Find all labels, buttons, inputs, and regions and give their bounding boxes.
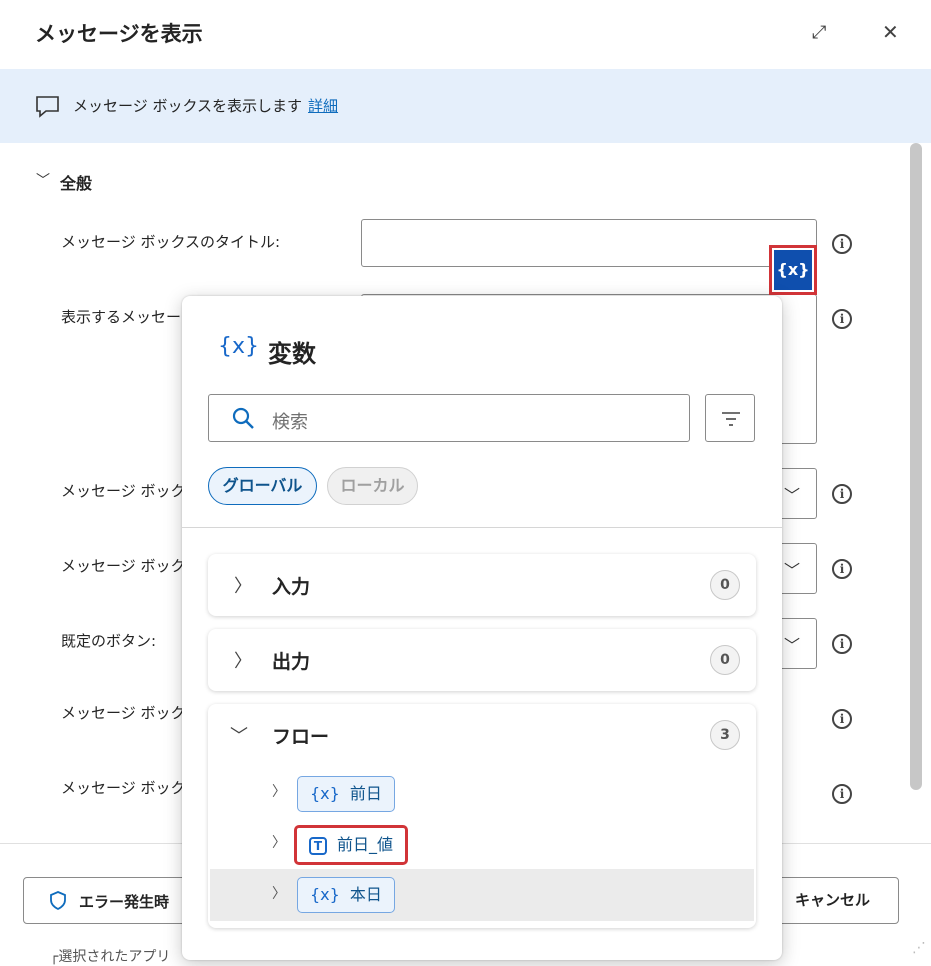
filter-button[interactable] [705,394,755,442]
section-general[interactable]: 全般 [60,170,92,194]
field-label-default-button: 既定のボタン: [61,632,157,650]
scrollbar[interactable] [910,143,922,790]
field-label-buttons: メッセージ ボックス [61,557,201,575]
banner-description: メッセージ ボックスを表示します [73,97,303,115]
chevron-down-icon: ﹀ [784,636,801,655]
chevron-down-icon: ﹀ [784,486,801,505]
field-label-message: 表示するメッセージ [61,308,196,326]
info-icon[interactable]: i [832,309,852,329]
chevron-right-icon[interactable]: 〉 [272,883,286,903]
variable-chip-highlighted[interactable]: T 前日_値 [294,825,409,865]
list-item[interactable]: 〉 T 前日_値 [208,820,756,870]
on-error-button[interactable]: エラー発生時 [23,877,201,924]
variable-chip[interactable]: {x} 前日 [297,776,395,812]
chevron-down-icon[interactable]: ﹀ [36,170,50,190]
text-variable-icon: T [309,836,327,855]
banner-text: メッセージ ボックスを表示します 詳細 [73,95,338,116]
group-flow-label[interactable]: フロー [272,722,329,749]
variable-icon: {x} [310,784,340,803]
field-label-autoclose: メッセージ ボックス [61,779,201,797]
field-label-title: メッセージ ボックスのタイトル: [61,233,281,251]
title-input[interactable] [361,219,817,267]
background-text: ┌選択されたアプリ [50,949,171,965]
info-icon[interactable]: i [832,784,852,804]
variable-icon: {x} [310,885,340,904]
variable-chip[interactable]: {x} 本日 [297,877,395,913]
group-input[interactable]: 〉 入力 0 [208,554,756,616]
variable-name: 前日_値 [337,835,394,854]
panel-divider [182,527,782,528]
insert-variable-button[interactable]: {x} [774,250,812,290]
cancel-button[interactable]: キャンセル [766,877,899,924]
info-icon[interactable]: i [832,634,852,654]
group-input-count: 0 [710,570,740,600]
chevron-down-icon[interactable]: ﹀ [230,722,248,748]
info-icon[interactable]: i [832,559,852,579]
chevron-right-icon: 〉 [234,576,252,597]
message-icon [36,96,59,118]
info-icon[interactable]: i [832,709,852,729]
filter-icon [722,412,740,426]
variable-icon: {x} [218,334,260,359]
chevron-right-icon[interactable]: 〉 [272,781,286,801]
group-output-count: 0 [710,645,740,675]
on-error-label: エラー発生時 [79,893,170,911]
variable-name: 前日 [349,784,382,803]
expand-icon[interactable]: ⤢ [812,22,826,43]
group-output[interactable]: 〉 出力 0 [208,629,756,691]
group-input-label: 入力 [272,576,311,598]
list-item[interactable]: 〉 {x} 前日 [208,769,756,819]
group-flow: ﹀ フロー 3 〉 {x} 前日 〉 T 前日_値 〉 {x} 本日 [208,704,756,928]
field-label-topmost: メッセージ ボックス [61,704,201,722]
chevron-down-icon: ﹀ [784,561,801,580]
resize-grip-icon[interactable]: ⋰ [912,940,926,956]
shield-icon [50,891,66,910]
panel-title: 変数 [268,340,316,368]
info-icon[interactable]: i [832,234,852,254]
cancel-label: キャンセル [794,891,870,909]
info-icon[interactable]: i [832,484,852,504]
close-icon[interactable]: ✕ [882,20,899,44]
field-label-icon: メッセージ ボックス [61,482,201,500]
group-flow-count: 3 [710,720,740,750]
tab-local[interactable]: ローカル [327,467,418,505]
search-placeholder: 検索 [272,412,308,433]
details-link[interactable]: 詳細 [308,97,338,115]
variables-panel: {x} 変数 検索 グローバル ローカル 〉 入力 0 〉 出力 0 ﹀ フロー… [182,296,782,960]
list-item-selected[interactable]: 〉 {x} 本日 [210,869,754,921]
tab-global[interactable]: グローバル [208,467,317,505]
chevron-right-icon: 〉 [234,651,252,672]
chevron-right-icon[interactable]: 〉 [272,832,286,852]
group-output-label: 出力 [272,651,311,673]
search-icon [232,407,254,429]
variable-name: 本日 [349,885,382,904]
dialog-title: メッセージを表示 [35,22,203,46]
